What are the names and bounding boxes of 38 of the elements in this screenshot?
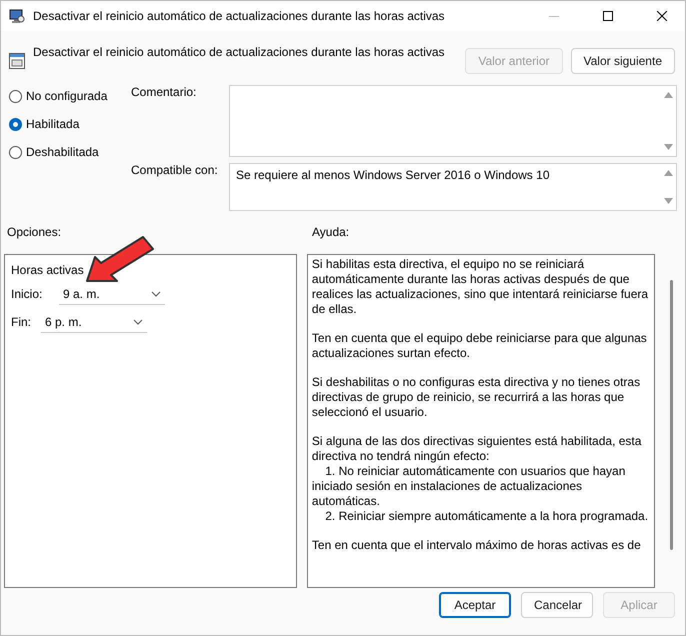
supported-on-text: Se requiere al menos Windows Server 2016 o Windows 10 <box>235 167 550 184</box>
scroll-down-icon[interactable] <box>664 198 672 204</box>
scroll-down-icon[interactable] <box>664 144 672 150</box>
settings-window-icon <box>9 53 25 69</box>
cancel-button[interactable]: Cancelar <box>521 592 593 618</box>
window-title: Desactivar el reinicio automático de actualizaciones durante las horas activas <box>33 9 446 23</box>
help-paragraph: Ten en cuenta que el intervalo máximo de horas activas es de <box>312 538 642 553</box>
scroll-up-icon[interactable] <box>664 170 672 176</box>
time-dropdown[interactable]: 9 a. m. <box>59 283 165 305</box>
group-title: Horas activas <box>11 263 85 277</box>
pointer-arrow-icon <box>86 236 154 282</box>
scroll-up-icon[interactable] <box>664 92 672 98</box>
policy-title: Desactivar el reinicio automático de actualizaciones durante las horas activas <box>33 45 446 59</box>
maximize-icon[interactable] <box>603 11 613 21</box>
radio-label: Habilitada <box>26 117 80 131</box>
ok-button[interactable]: Aceptar <box>439 592 511 618</box>
policy-computer-icon <box>9 8 25 24</box>
radio-button[interactable] <box>9 90 22 102</box>
radio-button[interactable] <box>9 118 22 130</box>
time-dropdown[interactable]: 6 p. m. <box>41 311 147 333</box>
radio-button[interactable] <box>9 146 22 158</box>
comment-field[interactable] <box>229 85 677 157</box>
help-paragraph: Si alguna de las dos directivas siguientes está habilitada, esta directiva no tendrá ningún efecto: 1. No reiniciar automáticamente con usuarios que hayan iniciado sesión en instalaciones de actualizaciones automáticas. 2. Reiniciar siempre automáticamente a la hora programada. <box>312 434 650 524</box>
help-paragraph: Si deshabilitas o no configuras esta directiva y no tienes otras directivas de grupo de reinicio, se recurrirá a las horas que seleccionó el usuario. <box>312 375 642 420</box>
help-paragraph: Si habilitas esta directiva, el equipo no se reiniciará automáticamente durante las horas activas después de que realices las actualizaciones, sino que intentará reiniciarse fuera de ellas. <box>312 257 650 317</box>
close-icon[interactable] <box>657 11 667 21</box>
comment-label: Comentario: <box>131 85 198 101</box>
supported-on-label: Compatible con: <box>131 163 219 179</box>
field-label: Inicio: <box>11 287 44 301</box>
radio-label: No configurada <box>26 89 108 103</box>
radio-label: Deshabilitada <box>26 145 99 159</box>
help-paragraph: Ten en cuenta que el equipo debe reiniciarse para que algunas actualizaciones surtan efecto. <box>312 331 648 361</box>
chevron-down-icon <box>133 318 143 324</box>
chevron-down-icon <box>151 290 161 296</box>
options-label: Opciones: <box>7 225 62 239</box>
next-setting-button[interactable]: Valor siguiente <box>570 48 675 74</box>
help-label: Ayuda: <box>312 225 350 240</box>
field-label: Fin: <box>11 315 32 329</box>
